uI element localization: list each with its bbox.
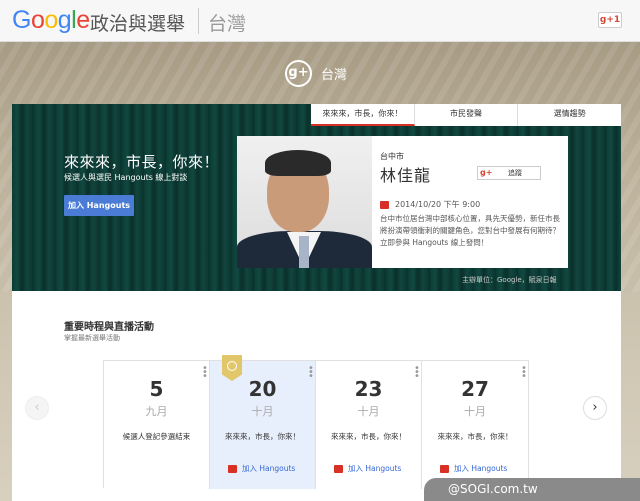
follow-label: 追蹤 bbox=[508, 169, 522, 177]
event-title: 來來來，市長，你來！ bbox=[225, 432, 300, 441]
event-card[interactable]: • • • 27 十月 來來來，市長，你來！ 加入 Hangouts bbox=[422, 361, 528, 489]
event-day: 27 bbox=[461, 377, 489, 401]
photo-hair bbox=[265, 150, 331, 176]
photo-tie bbox=[299, 236, 309, 268]
gplus-one-button[interactable]: g+1 bbox=[598, 12, 622, 28]
event-card[interactable]: • • • 20 十月 來來來，市長，你來！ 加入 Hangouts bbox=[210, 355, 316, 489]
event-card[interactable]: • • • 5 九月 候選人登記參選結束 bbox=[104, 361, 210, 489]
event-day: 5 bbox=[149, 377, 164, 401]
tab-election-trends[interactable]: 選情趨勢 bbox=[518, 104, 621, 126]
next-arrow-icon[interactable]: › bbox=[583, 396, 607, 420]
logo-letter: G bbox=[12, 6, 31, 34]
hero-subtitle: 候選人與選民 Hangouts 線上對談 bbox=[64, 173, 188, 182]
logo-letter: o bbox=[30, 6, 45, 34]
top-header: Google 政治與選舉 台灣 g+1 bbox=[0, 0, 640, 42]
event-month: 九月 bbox=[145, 405, 168, 418]
hero-title: 來來來，市長，你來！ bbox=[64, 153, 220, 171]
hero-tabs: 來來來，市長，你來！ 市民發聲 選情趨勢 bbox=[311, 104, 621, 126]
join-hangouts-link[interactable]: 加入 Hangouts bbox=[334, 463, 401, 474]
join-label: 加入 Hangouts bbox=[454, 464, 508, 473]
follow-button[interactable]: g+ 追蹤 bbox=[477, 166, 541, 180]
prev-arrow-icon[interactable]: ‹ bbox=[25, 396, 49, 420]
section-subtitle: 掌握最新選舉活動 bbox=[64, 334, 120, 342]
section-title: 重要時程與直播活動 bbox=[64, 322, 154, 333]
event-month: 十月 bbox=[357, 405, 380, 418]
event-datetime: 2014/10/20 下午 9:00 bbox=[380, 199, 480, 210]
tab-mayor-hangout[interactable]: 來來來，市長，你來！ bbox=[311, 104, 415, 126]
join-hangouts-link[interactable]: 加入 Hangouts bbox=[440, 463, 507, 474]
event-month: 十月 bbox=[464, 405, 486, 418]
candidate-city: 台中市 bbox=[380, 152, 404, 161]
google-logo[interactable]: Google bbox=[12, 6, 90, 35]
google-plus-icon: g+ bbox=[480, 168, 493, 177]
candidate-photo bbox=[237, 136, 372, 268]
join-label: 加入 Hangouts bbox=[348, 464, 402, 473]
logo-letter: g bbox=[57, 6, 72, 34]
events-carousel: • • • 5 九月 候選人登記參選結束 • • • 20 十月 來來來，市長，你來！ … bbox=[103, 355, 529, 489]
candidate-name: 林佳龍 bbox=[380, 166, 432, 185]
community-label[interactable]: 台灣 bbox=[321, 64, 347, 83]
calendar-icon bbox=[334, 465, 343, 473]
event-title: 來來來，市長，你來！ bbox=[331, 432, 406, 441]
region-label: 台灣 bbox=[208, 13, 247, 35]
join-hangouts-button[interactable]: 加入 Hangouts bbox=[64, 195, 134, 216]
google-plus-icon[interactable]: g+ bbox=[285, 60, 312, 87]
header-divider bbox=[198, 8, 199, 34]
calendar-icon bbox=[228, 465, 237, 473]
logo-letter: o bbox=[44, 6, 58, 34]
tab-citizen-voice[interactable]: 市民發聲 bbox=[415, 104, 519, 126]
calendar-icon bbox=[440, 465, 449, 473]
join-hangouts-link[interactable]: 加入 Hangouts bbox=[228, 463, 295, 474]
sponsor-text: 主辦單位：Google，賦泉日報 bbox=[462, 276, 557, 284]
event-day: 23 bbox=[354, 377, 383, 401]
site-title[interactable]: 政治與選舉 bbox=[90, 9, 185, 36]
event-day: 20 bbox=[248, 377, 277, 401]
event-title: 候選人登記參選結束 bbox=[122, 432, 191, 441]
event-month: 十月 bbox=[251, 405, 274, 418]
logo-letter: e bbox=[76, 6, 90, 34]
join-label: 加入 Hangouts bbox=[242, 464, 296, 473]
calendar-icon bbox=[380, 200, 389, 209]
datetime-text: 2014/10/20 下午 9:00 bbox=[395, 200, 481, 209]
event-card[interactable]: • • • 23 十月 來來來，市長，你來！ 加入 Hangouts bbox=[316, 361, 422, 489]
source-watermark: @SOGI.com.tw bbox=[424, 478, 640, 501]
event-title: 來來來，市長，你來！ bbox=[437, 432, 513, 441]
candidate-description: 台中市位居台灣中部核心位置，具先天優勢，新任市長將扮演帶領衝刺的關鍵角色，您對台… bbox=[380, 214, 560, 247]
